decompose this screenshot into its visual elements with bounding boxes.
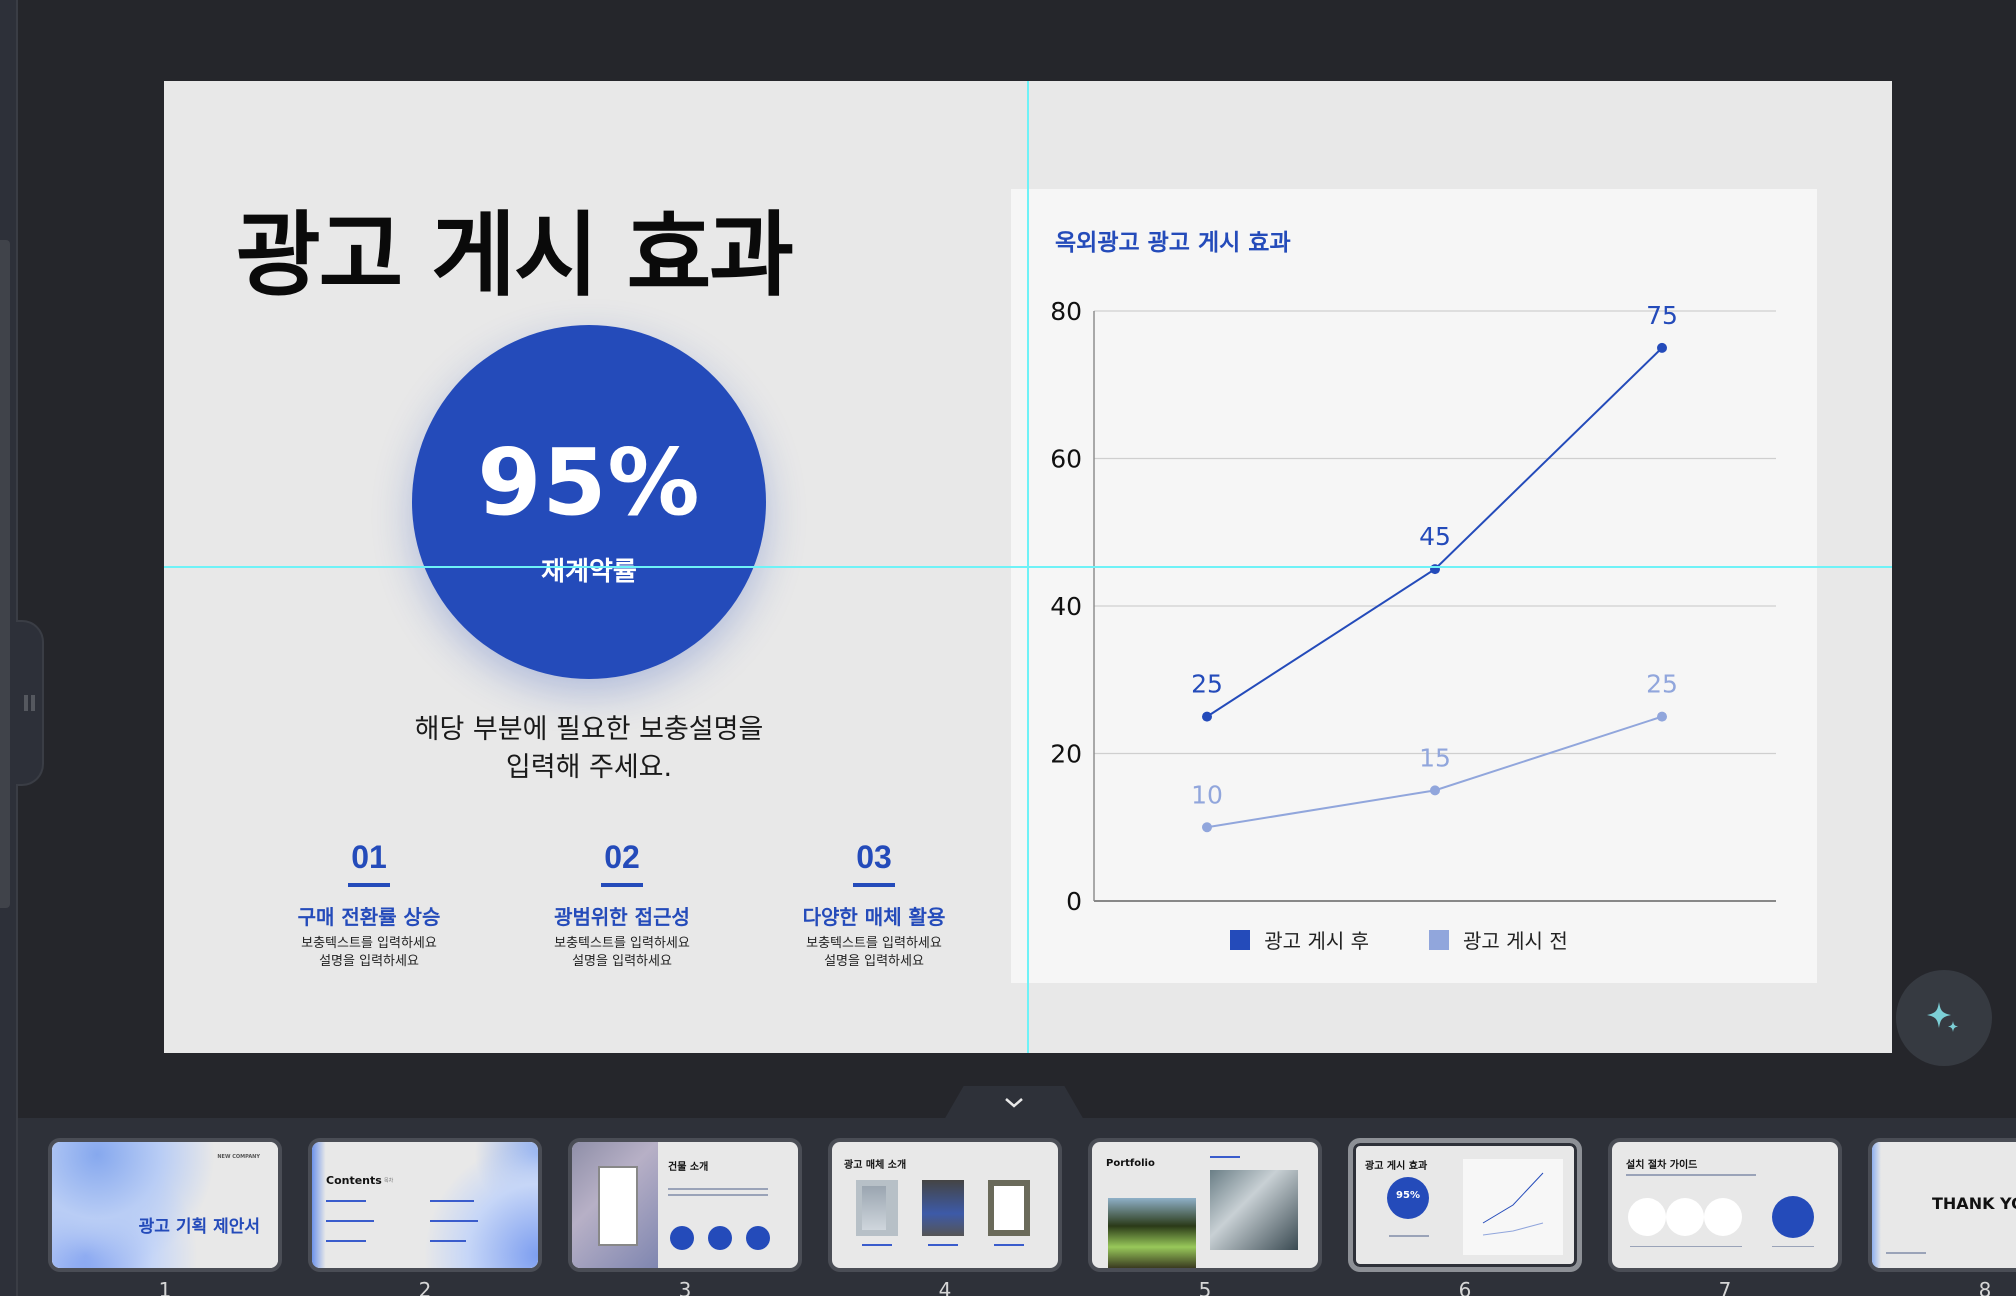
thumbnail-title: 광고 게시 효과 (1365, 1161, 1428, 1172)
legend-swatch (1230, 929, 1251, 950)
drag-handle-icon (23, 695, 28, 711)
thumbnail-number: 7 (1718, 1278, 1732, 1296)
feature-sub-line: 보충텍스트를 입력하세요 (554, 936, 690, 951)
slide-thumbnail[interactable]: 광고 매체 소개 (828, 1138, 1062, 1272)
slide-thumbnail[interactable]: Portfolio (1088, 1138, 1322, 1272)
data-point (1430, 785, 1440, 796)
data-label: 15 (1419, 743, 1451, 772)
y-tick-label: 60 (1050, 445, 1082, 474)
thumbnail-title: Contents (326, 1174, 382, 1187)
y-tick-label: 40 (1050, 592, 1082, 621)
feature-number: 03 (856, 839, 892, 875)
description-line: 입력해 주세요. (505, 752, 673, 783)
slide-thumbnail[interactable]: 설치 절차 가이드 (1608, 1138, 1842, 1272)
highlight-label: 재계약률 (541, 557, 637, 587)
thumbnail-number: 8 (1978, 1278, 1992, 1296)
panel-resize-handle[interactable] (16, 620, 44, 786)
slide-title[interactable]: 광고 게시 효과 (236, 181, 794, 314)
y-tick-label: 20 (1050, 740, 1082, 769)
slide-thumbnail[interactable]: Contents 목차 (308, 1138, 542, 1272)
slide-thumbnail-strip: NEW COMPANY 광고 기획 제안서 1 Contents 목차 2 건물… (18, 1118, 2016, 1296)
highlight-value: 95% (477, 429, 701, 536)
y-tick-label: 80 (1050, 297, 1082, 326)
slide-thumbnail-selected[interactable]: 광고 게시 효과 95% (1348, 1138, 1582, 1272)
feature-item[interactable]: 03 다양한 매체 활용 보충텍스트를 입력하세요 설명을 입력하세요 (759, 837, 989, 971)
feature-underline (853, 883, 895, 887)
thumbnail-title: 광고 기획 제안서 (138, 1217, 260, 1237)
thumbnail-caption: 목차 (384, 1178, 394, 1184)
thumbnail-number: 5 (1198, 1278, 1212, 1296)
thumbnail-title: 건물 소개 (668, 1162, 709, 1173)
data-point (1657, 342, 1667, 353)
horizontal-guide-line[interactable] (164, 566, 1892, 568)
feature-sub-line: 보충텍스트를 입력하세요 (301, 936, 437, 951)
feature-sub-line: 설명을 입력하세요 (572, 954, 672, 969)
feature-heading: 구매 전환률 상승 (297, 905, 441, 929)
feature-list: 01 구매 전환률 상승 보충텍스트를 입력하세요 설명을 입력하세요 02 광… (254, 837, 1024, 977)
data-point (1202, 822, 1212, 833)
slide-thumbnail[interactable]: THANK YOU (1868, 1138, 2016, 1272)
chart-legend: 광고 게시 후 광고 게시 전 (1011, 925, 1817, 954)
feature-item[interactable]: 02 광범위한 접근성 보충텍스트를 입력하세요 설명을 입력하세요 (507, 837, 737, 971)
thumbnail-title: THANK YOU (1932, 1194, 2016, 1213)
ai-assistant-button[interactable] (1896, 970, 1992, 1066)
left-panel-scrollbar[interactable] (0, 240, 10, 908)
feature-sub-line: 설명을 입력하세요 (319, 954, 419, 969)
thumbnail-title: 광고 매체 소개 (844, 1160, 907, 1171)
data-label: 75 (1646, 301, 1678, 330)
thumbnail-title: 설치 절차 가이드 (1626, 1160, 1698, 1171)
legend-label: 광고 게시 후 (1264, 929, 1369, 953)
feature-number: 01 (351, 839, 387, 875)
feature-sub-line: 설명을 입력하세요 (824, 954, 924, 969)
description-line: 해당 부분에 필요한 보충설명을 (414, 714, 764, 745)
data-label: 45 (1419, 522, 1451, 551)
feature-underline (601, 883, 643, 887)
legend-label: 광고 게시 전 (1463, 929, 1568, 953)
slide-thumbnail[interactable]: 건물 소개 (568, 1138, 802, 1272)
chart-plot: 0 20 40 60 80 25 45 75 10 15 25 (1050, 297, 1776, 916)
drag-handle-icon (30, 695, 35, 711)
y-tick-label: 0 (1066, 887, 1082, 916)
line-chart[interactable]: 옥외광고 광고 게시 효과 0 20 40 60 80 25 45 75 10 15 25 광고 게… (1011, 189, 1817, 983)
thumbnail-number: 1 (158, 1278, 172, 1296)
feature-sub: 보충텍스트를 입력하세요 설명을 입력하세요 (507, 935, 737, 971)
thumbnail-number: 2 (418, 1278, 432, 1296)
data-label: 10 (1191, 780, 1223, 809)
thumbnail-title: Portfolio (1106, 1158, 1155, 1169)
feature-sub-line: 보충텍스트를 입력하세요 (806, 936, 942, 951)
data-label: 25 (1646, 670, 1678, 699)
thumbnail-number: 4 (938, 1278, 952, 1296)
data-point (1202, 711, 1212, 722)
feature-underline (348, 883, 390, 887)
legend-swatch (1429, 929, 1449, 950)
chevron-down-icon (1005, 1098, 1023, 1108)
data-label: 25 (1191, 670, 1223, 699)
slide-thumbnail[interactable]: NEW COMPANY 광고 기획 제안서 (48, 1138, 282, 1272)
feature-sub: 보충텍스트를 입력하세요 설명을 입력하세요 (759, 935, 989, 971)
thumbnail-number: 3 (678, 1278, 692, 1296)
data-point (1657, 711, 1667, 722)
slide-description[interactable]: 해당 부분에 필요한 보충설명을 입력해 주세요. (384, 711, 794, 787)
feature-sub: 보충텍스트를 입력하세요 설명을 입력하세요 (254, 935, 484, 971)
collapse-thumbnails-button[interactable] (944, 1086, 1084, 1120)
feature-number: 02 (604, 839, 640, 875)
thumbnail-caption: NEW COMPANY (217, 1154, 260, 1160)
thumbnail-caption: 95% (1387, 1177, 1429, 1219)
legend-item: 광고 게시 전 (1429, 925, 1568, 954)
sparkle-icon (1927, 1002, 1958, 1032)
feature-item[interactable]: 01 구매 전환률 상승 보충텍스트를 입력하세요 설명을 입력하세요 (254, 837, 484, 971)
feature-heading: 광범위한 접근성 (554, 905, 690, 929)
legend-item: 광고 게시 후 (1230, 925, 1369, 954)
thumbnail-number: 6 (1458, 1278, 1472, 1296)
feature-heading: 다양한 매체 활용 (802, 905, 946, 929)
highlight-circle[interactable]: 95% 재계약률 (412, 325, 766, 679)
